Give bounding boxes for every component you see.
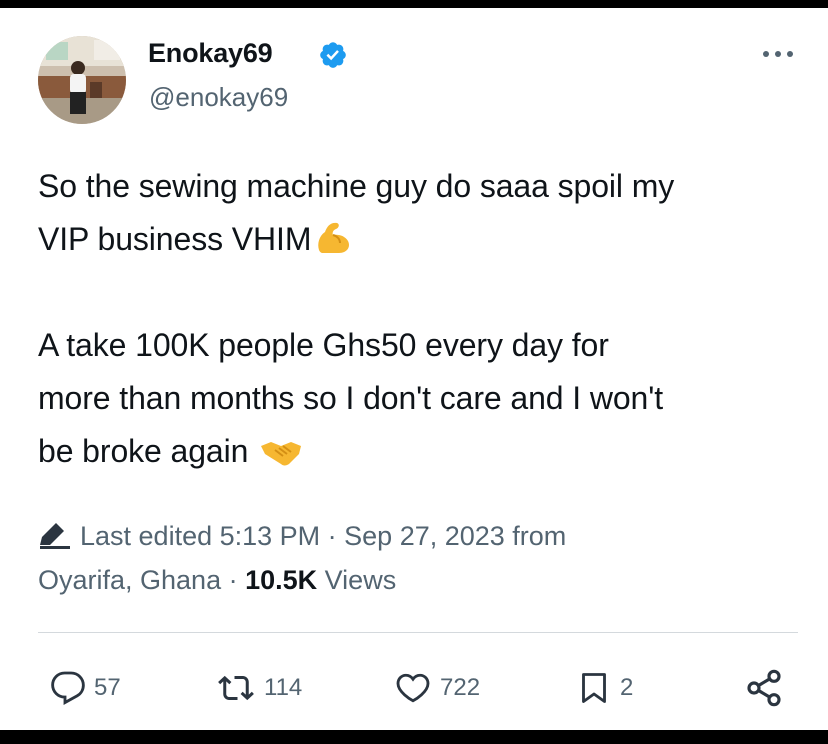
reply-button[interactable]: 57: [50, 658, 121, 718]
display-name[interactable]: Enokay69: [148, 38, 273, 69]
like-count: 722: [440, 674, 481, 701]
action-bar: 57 114 722 2: [38, 658, 798, 718]
tweet-location: Oyarifa, Ghana ·: [38, 565, 246, 595]
views-count[interactable]: 10.5K: [245, 565, 317, 595]
tweet-line: VIP business VHIM: [38, 213, 808, 266]
divider: [38, 632, 798, 633]
edited-timestamp[interactable]: Last edited 5:13 PM · Sep 27, 2023 from: [38, 514, 798, 558]
verified-badge-icon: [320, 42, 346, 68]
bookmark-icon: [582, 673, 606, 703]
bookmark-count: 2: [620, 674, 634, 701]
user-handle[interactable]: @enokay69: [149, 82, 288, 113]
reply-count: 57: [94, 674, 121, 701]
repost-button[interactable]: 114: [216, 658, 302, 718]
handshake-emoji: [261, 442, 302, 466]
repost-icon: [218, 675, 254, 701]
avatar[interactable]: [38, 36, 126, 124]
tweet-line: So the sewing machine guy do saaa spoil …: [38, 168, 675, 204]
views-label: Views: [317, 565, 397, 595]
share-icon: [747, 669, 781, 707]
heart-icon: [396, 673, 430, 703]
more-horizontal-icon[interactable]: [758, 44, 798, 64]
pencil-icon: [40, 523, 70, 549]
flexed-biceps-emoji: [318, 222, 350, 253]
repost-count: 114: [264, 674, 303, 701]
tweet-text: So the sewing machine guy do saaa spoil …: [38, 160, 808, 478]
like-button[interactable]: 722: [394, 658, 480, 718]
share-button[interactable]: [744, 658, 784, 718]
tweet-card: Enokay69 @enokay69 So the sewing machine…: [0, 8, 828, 730]
reply-icon: [51, 671, 85, 705]
bookmark-button[interactable]: 2: [576, 658, 633, 718]
location-views: Oyarifa, Ghana · 10.5K Views: [38, 558, 798, 602]
tweet-line: more than months so I don't care and I w…: [38, 380, 664, 416]
tweet-line: be broke again: [38, 425, 808, 478]
tweet-meta: Last edited 5:13 PM · Sep 27, 2023 from …: [38, 514, 798, 602]
tweet-line: A take 100K people Ghs50 every day for: [38, 327, 609, 363]
